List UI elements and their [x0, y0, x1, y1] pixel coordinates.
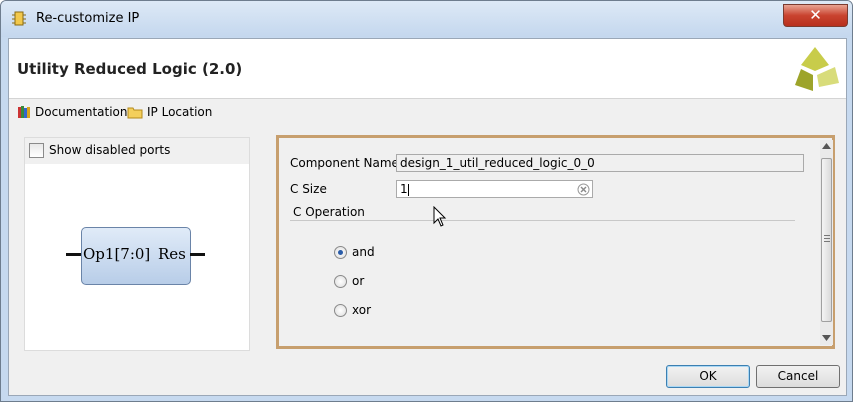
- dialog-body: Utility Reduced Logic (2.0) Documentatio…: [8, 38, 847, 396]
- close-button[interactable]: ✕: [783, 4, 848, 27]
- ip-title: Utility Reduced Logic (2.0): [17, 60, 243, 78]
- radio-and[interactable]: [334, 246, 347, 259]
- configuration-panel: Component Name design_1_util_reduced_log…: [276, 135, 835, 349]
- link-bar: Documentation IP Location: [9, 99, 846, 125]
- scroll-up-icon[interactable]: [822, 143, 831, 149]
- component-name-field[interactable]: design_1_util_reduced_logic_0_0: [396, 154, 804, 172]
- show-disabled-ports-label: Show disabled ports: [49, 143, 171, 157]
- c-size-label: C Size: [290, 182, 327, 196]
- close-icon: ✕: [809, 6, 822, 24]
- radio-xor[interactable]: [334, 304, 347, 317]
- ok-button[interactable]: OK: [666, 365, 750, 388]
- vendor-logo-icon: [795, 47, 839, 91]
- show-disabled-ports-checkbox[interactable]: [29, 143, 44, 158]
- books-icon: [18, 106, 30, 118]
- text-cursor: [407, 183, 409, 196]
- title-bar[interactable]: Re-customize IP ✕: [1, 1, 852, 37]
- c-size-input[interactable]: 1: [396, 180, 593, 198]
- scrollbar-thumb[interactable]: [821, 158, 832, 322]
- cancel-button[interactable]: Cancel: [756, 365, 840, 388]
- component-name-label: Component Name: [290, 156, 399, 170]
- dialog-header: Utility Reduced Logic (2.0): [9, 39, 846, 99]
- folder-icon: [127, 107, 143, 119]
- ip-location-link[interactable]: IP Location: [147, 105, 212, 119]
- dialog-window: Re-customize IP ✕ Utility Reduced Logic …: [0, 0, 853, 402]
- radio-or[interactable]: [334, 275, 347, 288]
- documentation-link[interactable]: Documentation: [35, 105, 128, 119]
- mouse-pointer-icon: [433, 206, 447, 227]
- c-size-value: 1: [400, 182, 408, 196]
- radio-and-label: and: [352, 245, 375, 259]
- c-operation-separator: [290, 220, 795, 221]
- block-output-label: Res: [158, 245, 186, 263]
- block-input-label: Op1[7:0]: [83, 245, 151, 263]
- radio-or-label: or: [352, 274, 365, 288]
- vertical-scrollbar[interactable]: [820, 140, 833, 345]
- c-operation-label: C Operation: [293, 205, 365, 219]
- input-pin: [66, 253, 81, 256]
- output-pin: [190, 253, 205, 256]
- window-title: Re-customize IP: [36, 11, 140, 26]
- symbol-panel-toolbar: Show disabled ports: [25, 138, 249, 164]
- radio-xor-label: xor: [352, 303, 372, 317]
- scroll-down-icon[interactable]: [822, 335, 831, 341]
- ip-chip-icon: [12, 11, 26, 26]
- clear-icon[interactable]: [577, 183, 590, 196]
